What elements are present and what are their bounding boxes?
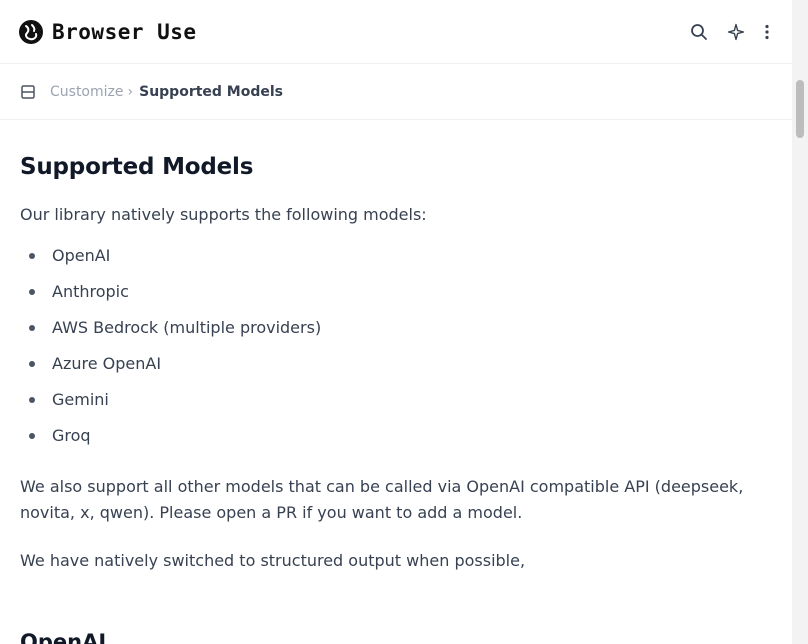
- ask-ai-button[interactable]: [724, 20, 748, 44]
- compatibility-paragraph: We also support all other models that ca…: [20, 477, 744, 522]
- list-item: Groq: [20, 418, 770, 454]
- scrollbar[interactable]: [792, 0, 808, 644]
- scrollbar-thumb[interactable]: [796, 80, 804, 138]
- breadcrumb-bar: Customize › Supported Models: [0, 64, 792, 120]
- list-item: AWS Bedrock (multiple providers): [20, 310, 770, 346]
- more-vertical-icon: [765, 24, 769, 40]
- search-icon: [691, 24, 707, 40]
- search-button[interactable]: [684, 17, 714, 47]
- breadcrumb: Customize › Supported Models: [2, 66, 290, 118]
- breadcrumb-current[interactable]: Supported Models: [139, 84, 283, 100]
- page-title[interactable]: Supported Models: [20, 150, 770, 184]
- list-item: Azure OpenAI: [20, 346, 770, 382]
- list-item: OpenAI: [20, 238, 770, 274]
- menu-icon: [21, 85, 35, 99]
- sidebar-toggle-button[interactable]: [20, 84, 36, 100]
- breadcrumb-separator: ›: [127, 84, 134, 100]
- models-list: OpenAI Anthropic AWS Bedrock (multiple p…: [20, 238, 770, 454]
- more-options-button[interactable]: [757, 18, 777, 46]
- main-content: Supported Models Our library natively su…: [20, 150, 770, 574]
- top-navbar: Browser Use: [0, 0, 792, 64]
- sparkle-icon: [727, 23, 745, 41]
- list-item: Anthropic: [20, 274, 770, 310]
- logo-text: Browser Use: [52, 20, 197, 44]
- browser-use-logo-icon: [19, 20, 43, 44]
- logo-link[interactable]: Browser Use: [16, 17, 199, 47]
- docs-page: Browser Use Customize › Supported Models…: [0, 0, 792, 644]
- structured-output-paragraph: We have natively switched to structured …: [20, 551, 526, 570]
- list-item: Gemini: [20, 382, 770, 418]
- section-heading-openai[interactable]: OpenAI: [20, 628, 106, 644]
- intro-text: Our library natively supports the follow…: [20, 205, 427, 224]
- breadcrumb-parent-link[interactable]: Customize: [50, 84, 124, 100]
